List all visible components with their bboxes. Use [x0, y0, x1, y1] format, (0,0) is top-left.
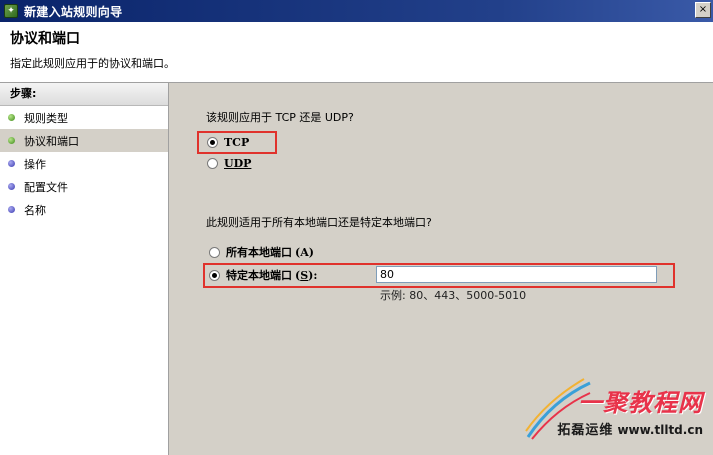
specific-ports-radio-option[interactable]: 特定本地端口 (S):: [209, 267, 317, 283]
step-pending-icon: [8, 183, 15, 190]
page-description: 指定此规则应用于的协议和端口。: [10, 57, 175, 70]
all-ports-label: 所有本地端口: [226, 246, 292, 259]
step-current-icon: [8, 137, 15, 144]
tcp-radio[interactable]: [207, 137, 218, 148]
step-label: 名称: [24, 203, 46, 217]
all-ports-radio-option[interactable]: 所有本地端口 (A): [209, 244, 314, 260]
all-ports-accesskey: (A): [295, 245, 314, 259]
specific-ports-key-close: ):: [308, 268, 318, 282]
step-label: 协议和端口: [24, 134, 79, 148]
step-done-icon: [8, 114, 15, 121]
firewall-app-icon: ✦: [4, 4, 18, 18]
step-label: 规则类型: [24, 111, 68, 125]
watermark-url: www.tlltd.cn: [617, 423, 703, 437]
step-protocol-ports[interactable]: 协议和端口: [0, 129, 168, 152]
specific-ports-input[interactable]: 80: [376, 266, 657, 283]
specific-ports-radio[interactable]: [209, 269, 220, 281]
all-ports-radio[interactable]: [209, 246, 220, 258]
watermark-company: 拓磊运维: [557, 423, 614, 438]
watermark-brand: 一聚教程网: [578, 389, 703, 417]
step-name[interactable]: 名称: [0, 198, 168, 221]
watermark-company-line: 拓磊运维 www.tlltd.cn: [557, 419, 703, 438]
protocol-question: 该规则应用于 TCP 还是 UDP?: [206, 111, 354, 124]
title-bar: ✦ 新建入站规则向导 ×: [0, 0, 713, 22]
step-pending-icon: [8, 206, 15, 213]
udp-radio[interactable]: [207, 158, 218, 169]
step-rule-type[interactable]: 规则类型: [0, 106, 168, 129]
specific-ports-accesskey: S: [300, 268, 309, 282]
watermark: 一聚教程网 拓磊运维 www.tlltd.cn: [524, 373, 709, 453]
specific-ports-label: 特定本地端口: [226, 269, 292, 282]
steps-title: 步骤:: [0, 83, 168, 106]
tcp-radio-option[interactable]: TCP: [207, 136, 249, 149]
step-label: 操作: [24, 157, 46, 171]
step-profile[interactable]: 配置文件: [0, 175, 168, 198]
step-label: 配置文件: [24, 180, 68, 194]
close-button[interactable]: ×: [695, 2, 711, 18]
ports-example: 示例: 80、443、5000-5010: [380, 289, 527, 302]
window-title: 新建入站规则向导: [24, 4, 123, 19]
step-pending-icon: [8, 160, 15, 167]
page-title: 协议和端口: [10, 31, 80, 47]
tcp-label: TCP: [224, 136, 250, 149]
udp-label: UDP: [224, 157, 252, 170]
step-action[interactable]: 操作: [0, 152, 168, 175]
ports-question: 此规则适用于所有本地端口还是特定本地端口?: [206, 216, 432, 229]
steps-pane: 步骤: 规则类型 协议和端口 操作 配置文件 名称: [0, 83, 169, 455]
udp-radio-option[interactable]: UDP: [207, 157, 251, 170]
wizard-header: 协议和端口 指定此规则应用于的协议和端口。: [0, 22, 713, 83]
